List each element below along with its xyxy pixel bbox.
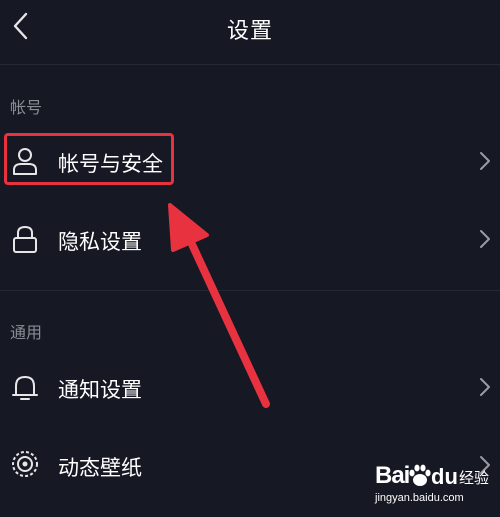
header-bar: 设置 bbox=[0, 0, 500, 64]
lock-icon bbox=[13, 225, 37, 253]
watermark-url: jingyan.baidu.com bbox=[375, 492, 464, 504]
section-divider bbox=[0, 290, 500, 291]
section-label-account: 帐号 bbox=[10, 98, 43, 117]
bell-icon bbox=[12, 376, 38, 400]
settings-item-notifications[interactable]: 通知设置 bbox=[0, 352, 500, 422]
chevron-right-icon bbox=[480, 230, 490, 248]
page-title: 设置 bbox=[226, 19, 273, 44]
header-divider bbox=[0, 64, 500, 65]
settings-item-privacy[interactable]: 隐私设置 bbox=[0, 204, 500, 274]
watermark-brand-left: Bai bbox=[375, 462, 410, 489]
watermark-brand-right: du bbox=[431, 464, 458, 489]
section-label-general: 通用 bbox=[10, 323, 43, 342]
watermark-product: 经验 bbox=[459, 469, 490, 487]
chevron-right-icon bbox=[480, 378, 490, 396]
chevron-right-icon bbox=[480, 152, 490, 170]
settings-item-label: 隐私设置 bbox=[58, 230, 142, 254]
wallpaper-icon bbox=[12, 451, 38, 477]
settings-item-label: 通知设置 bbox=[58, 378, 142, 402]
highlight-box bbox=[4, 133, 174, 185]
settings-item-label: 动态壁纸 bbox=[58, 456, 142, 480]
paw-icon bbox=[409, 464, 431, 486]
baidu-jingyan-watermark: Bai du 经验 jingyan.baidu.com bbox=[375, 462, 490, 514]
